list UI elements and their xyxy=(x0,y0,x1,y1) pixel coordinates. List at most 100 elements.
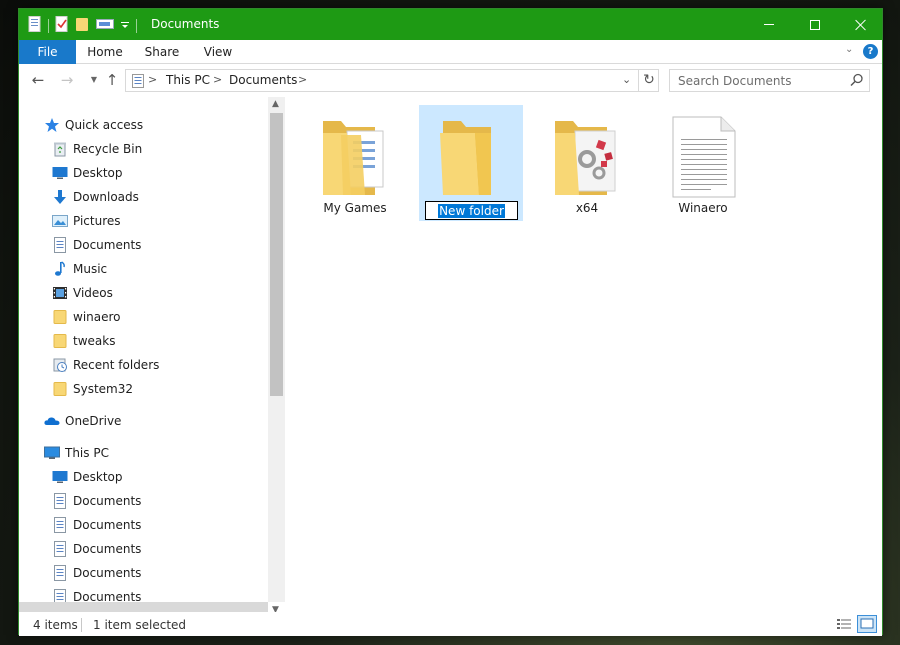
sidebar-item-pc-documents[interactable]: Documents xyxy=(52,515,285,537)
explorer-window: Documents File Home Share View ⌄ ? ← → ▼… xyxy=(18,8,883,636)
sidebar-item-system32[interactable]: System32 xyxy=(52,379,285,401)
ribbon-tabs: File Home Share View ⌄ ? xyxy=(19,40,882,64)
refresh-icon[interactable]: ↻ xyxy=(638,70,659,91)
breadcrumb-documents[interactable]: Documents xyxy=(229,73,297,87)
recent-locations-chevron-icon[interactable]: ▼ xyxy=(85,71,103,89)
checkmark-document-icon[interactable] xyxy=(55,16,69,35)
tab-share[interactable]: Share xyxy=(141,40,183,64)
text-document-icon xyxy=(669,111,737,199)
sidebar-item-pc-documents[interactable]: Documents xyxy=(52,491,285,513)
sidebar-item-tweaks[interactable]: tweaks xyxy=(52,331,285,353)
address-dropdown-chevron-icon[interactable]: ⌄ xyxy=(622,73,631,86)
toolbar-divider xyxy=(48,18,49,33)
file-name: My Games xyxy=(323,201,387,215)
file-item-selected[interactable]: New folder xyxy=(419,105,523,221)
sidebar-item-label: Pictures xyxy=(73,214,121,228)
sidebar-item-winaero[interactable]: winaero xyxy=(52,307,285,329)
search-icon[interactable] xyxy=(850,73,864,90)
sidebar-item-desktop[interactable]: Desktop xyxy=(52,163,285,185)
help-icon[interactable]: ? xyxy=(863,44,878,59)
close-button[interactable] xyxy=(838,9,884,40)
sidebar-item-label: Desktop xyxy=(73,166,123,180)
expand-ribbon-chevron-icon[interactable]: ⌄ xyxy=(845,44,853,55)
folder-documents-icon xyxy=(321,111,389,199)
scroll-up-arrow-icon[interactable]: ▲ xyxy=(272,99,279,109)
selection-count: 1 item selected xyxy=(93,618,187,632)
recycle-bin-icon xyxy=(52,141,68,157)
sidebar-item-label: Recent folders xyxy=(73,358,160,372)
breadcrumb-separator[interactable]: > xyxy=(148,73,157,86)
sidebar-item-pc-documents[interactable]: Documents xyxy=(52,563,285,585)
folder-icon xyxy=(52,309,68,325)
sidebar-item-pc-desktop[interactable]: Desktop xyxy=(52,467,285,489)
navigation-scrollbar[interactable]: ▲ ▼ xyxy=(268,97,285,615)
breadcrumb-this-pc[interactable]: This PC xyxy=(166,73,210,87)
navigation-pane: Quick access Recycle Bin Desktop Downloa… xyxy=(19,97,285,602)
tab-file[interactable]: File xyxy=(19,40,76,64)
sidebar-item-label: Music xyxy=(73,262,108,276)
folder-icon xyxy=(52,333,68,349)
onedrive-cloud-icon xyxy=(44,413,60,429)
title-bar[interactable]: Documents xyxy=(19,9,882,40)
window-title: Documents xyxy=(151,17,220,31)
documents-icon xyxy=(52,493,68,509)
properties-icon[interactable] xyxy=(28,16,42,35)
search-box[interactable] xyxy=(669,69,870,92)
navigation-bar: ← → ▼ ↑ > This PC > Documents > ⌄ ↻ xyxy=(19,65,882,96)
file-list[interactable]: My Games New folder x64 Winaero xyxy=(285,97,882,611)
sidebar-item-pc-documents[interactable]: Documents xyxy=(52,539,285,561)
sidebar-item-pc-documents[interactable]: Documents xyxy=(52,587,285,602)
folder-icon xyxy=(52,381,68,397)
documents-icon xyxy=(52,237,68,253)
customize-toolbar-icon[interactable] xyxy=(120,19,130,33)
rename-icon[interactable] xyxy=(96,17,114,34)
close-icon xyxy=(855,19,867,31)
minimize-button[interactable] xyxy=(746,9,792,40)
sidebar-item-recycle-bin[interactable]: Recycle Bin xyxy=(52,139,285,161)
documents-icon xyxy=(52,589,68,602)
file-item[interactable]: Winaero xyxy=(651,105,755,221)
breadcrumb-separator[interactable]: > xyxy=(213,73,222,86)
sidebar-item-quick-access[interactable]: Quick access xyxy=(44,115,285,137)
sidebar-item-onedrive[interactable]: OneDrive xyxy=(44,411,285,433)
breadcrumb-separator[interactable]: > xyxy=(298,73,307,86)
recent-folders-icon xyxy=(52,357,68,373)
status-bar: 4 items 1 item selected xyxy=(19,612,882,636)
sidebar-item-label: This PC xyxy=(65,446,109,460)
details-view-icon[interactable] xyxy=(837,618,851,633)
documents-icon xyxy=(52,517,68,533)
address-bar[interactable]: > This PC > Documents > ⌄ ↻ xyxy=(125,69,659,92)
large-icons-view-icon[interactable] xyxy=(857,615,877,633)
sidebar-item-videos[interactable]: Videos xyxy=(52,283,285,305)
sidebar-item-label: OneDrive xyxy=(65,414,122,428)
sidebar-item-label: Documents xyxy=(73,494,142,508)
up-arrow-icon[interactable]: ↑ xyxy=(103,71,121,89)
videos-icon xyxy=(52,285,68,301)
forward-arrow-icon[interactable]: → xyxy=(58,71,76,89)
search-input[interactable] xyxy=(670,70,845,91)
back-arrow-icon[interactable]: ← xyxy=(29,71,47,89)
star-icon xyxy=(44,117,60,133)
file-item[interactable]: My Games xyxy=(303,105,407,221)
documents-icon xyxy=(52,541,68,557)
scrollbar-thumb[interactable] xyxy=(270,113,283,396)
pictures-icon xyxy=(52,213,68,229)
sidebar-item-documents[interactable]: Documents xyxy=(52,235,285,257)
sidebar-item-this-pc[interactable]: This PC xyxy=(44,443,285,465)
file-item[interactable]: x64 xyxy=(535,105,639,221)
rename-text[interactable]: New folder xyxy=(438,204,505,218)
sidebar-item-label: Documents xyxy=(73,518,142,532)
maximize-button[interactable] xyxy=(792,9,838,40)
sidebar-item-recent-folders[interactable]: Recent folders xyxy=(52,355,285,377)
documents-icon xyxy=(132,74,144,91)
rename-input[interactable]: New folder xyxy=(425,201,518,220)
sidebar-item-music[interactable]: Music xyxy=(52,259,285,281)
file-name: Winaero xyxy=(678,201,728,215)
folder-settings-icon xyxy=(553,111,621,199)
maximize-icon xyxy=(810,19,820,30)
tab-home[interactable]: Home xyxy=(85,40,125,64)
tab-view[interactable]: View xyxy=(200,40,236,64)
new-folder-icon[interactable] xyxy=(75,17,90,35)
sidebar-item-downloads[interactable]: Downloads xyxy=(52,187,285,209)
sidebar-item-pictures[interactable]: Pictures xyxy=(52,211,285,233)
